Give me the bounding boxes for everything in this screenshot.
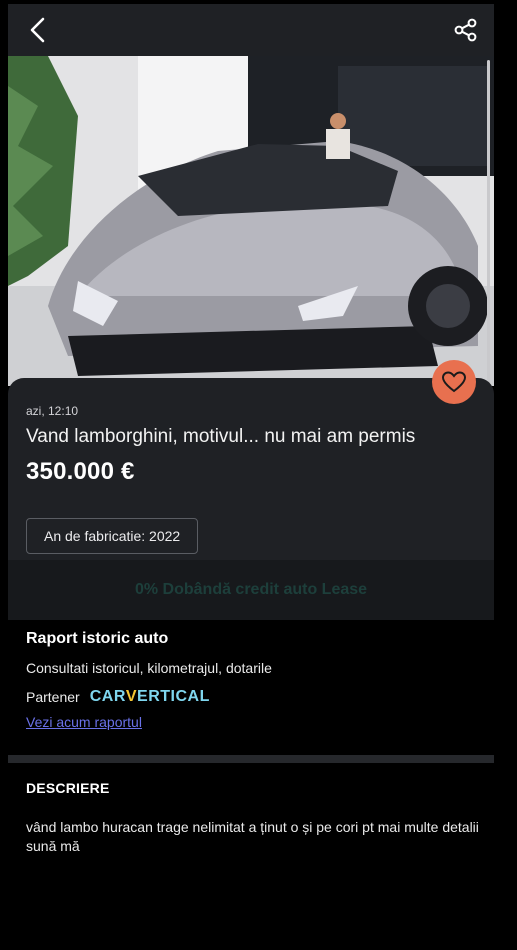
carvertical-logo: CARVERTICAL — [89, 688, 210, 705]
back-button[interactable] — [24, 16, 52, 44]
listing-price: 350.000 € — [26, 458, 135, 485]
favorite-button[interactable] — [432, 360, 476, 404]
share-button[interactable] — [452, 16, 480, 44]
view-report-link[interactable]: Vezi acum raportul — [26, 714, 142, 730]
report-title: Raport istoric auto — [26, 630, 169, 647]
share-icon — [454, 18, 477, 42]
description-text: vând lambo huracan trage nelimitat a țin… — [26, 819, 479, 854]
credit-banner[interactable]: 0% Dobândă credit auto Lease — [8, 560, 494, 620]
top-bar — [8, 4, 494, 56]
partner-row: Partener CARVERTICAL — [26, 688, 486, 706]
credit-banner-label: 0% Dobândă credit auto Lease — [134, 581, 368, 598]
report-subtitle: Consultati istoricul, kilometrajul, dota… — [26, 660, 272, 676]
heart-icon — [442, 371, 466, 393]
year-chip: An de fabricatie: 2022 — [26, 518, 199, 554]
posted-time: azi, 12:10 — [26, 404, 79, 418]
car-image — [8, 56, 494, 386]
section-divider — [8, 755, 494, 763]
listing-photo[interactable] — [8, 56, 494, 386]
scrollbar[interactable] — [487, 60, 490, 430]
description-section: DESCRIERE vând lambo huracan trage nelim… — [26, 780, 486, 856]
chevron-left-icon — [30, 17, 45, 43]
description-heading: DESCRIERE — [26, 780, 110, 796]
vehicle-history-report: Raport istoric auto Consultati istoricul… — [26, 630, 486, 732]
listing-card: azi, 12:10 Vand lamborghini, motivul... … — [8, 360, 494, 560]
listing-title: Vand lamborghini, motivul... nu mai am p… — [26, 426, 416, 447]
partner-label: Partener — [26, 689, 80, 705]
